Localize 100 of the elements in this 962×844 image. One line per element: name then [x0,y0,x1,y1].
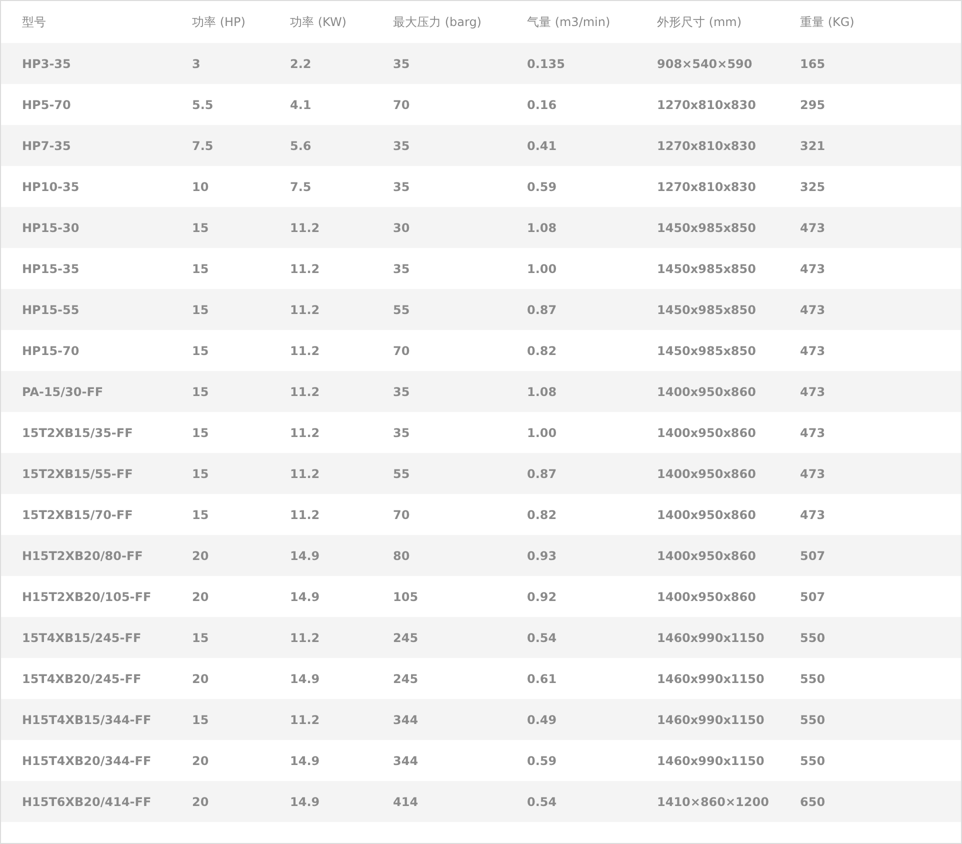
table-cell: 1450x985x850 [657,220,756,234]
table-cell: 20 [192,548,209,562]
table-cell: 321 [800,138,826,152]
table-cell: 1270x810x830 [657,98,756,112]
table-cell: 245 [393,630,418,644]
table-cell: 70 [393,344,410,358]
table-cell: 11.2 [290,630,320,644]
table-cell: 20 [192,590,209,604]
table-cell: 473 [800,262,826,276]
table-cell: 1400x950x860 [657,590,756,604]
table-cell: HP3-35 [22,56,71,70]
table-cell: 550 [800,630,826,644]
table-cell: 15 [192,220,209,234]
table-cell: HP15-30 [22,220,80,234]
table-cell: 473 [800,466,826,480]
table-cell: 30 [393,220,410,234]
table-cell: 15 [192,302,209,316]
table-cell: 55 [393,302,410,316]
table-cell: H15T2XB20/80-FF [22,548,143,562]
table-cell: 35 [393,262,410,276]
table-cell: 15 [192,262,209,276]
table-cell: 80 [393,548,410,562]
table-cell: 908×540×590 [657,56,752,70]
table-cell: 0.61 [527,672,557,686]
table-cell: 473 [800,384,826,398]
table-cell: HP15-35 [22,262,80,276]
table-cell: 0.87 [527,466,557,480]
table-cell: 1400x950x860 [657,384,756,398]
column-header: 外形尺寸 (mm) [657,14,742,30]
table-cell: 1450x985x850 [657,344,756,358]
table-cell: 35 [393,138,410,152]
table-cell: 1270x810x830 [657,138,756,152]
table-cell: 14.9 [290,548,320,562]
table-cell: 550 [800,672,826,686]
table-cell: 344 [393,754,418,768]
table-cell: 0.59 [527,754,557,768]
table-cell: 14.9 [290,590,320,604]
table-cell: H15T4XB20/344-FF [22,754,152,768]
table-cell: 11.2 [290,220,320,234]
column-header: 最大压力 (barg) [393,14,482,30]
table-cell: 1400x950x860 [657,466,756,480]
table-cell: 7.5 [290,180,312,194]
table-cell: 650 [800,794,826,808]
table-cell: 0.135 [527,56,565,70]
table-cell: 11.2 [290,344,320,358]
table-cell: 245 [393,672,418,686]
table-cell: 1.00 [527,262,557,276]
table-cell: H15T2XB20/105-FF [22,590,152,604]
table-cell: 1450x985x850 [657,262,756,276]
table-cell: 2.2 [290,56,312,70]
table-cell: 15 [192,384,209,398]
table-cell: 1410×860×1200 [657,794,769,808]
table-cell: 0.54 [527,630,557,644]
table-cell: 11.2 [290,384,320,398]
table-cell: 3 [192,56,200,70]
table-cell: 473 [800,302,826,316]
table-cell: 1400x950x860 [657,426,756,440]
table-cell: 7.5 [192,138,214,152]
table-cell: 0.49 [527,712,557,726]
table-cell: 14.9 [290,754,320,768]
column-header: 功率 (KW) [290,14,346,30]
table-cell: 15 [192,466,209,480]
table-cell: 15 [192,630,209,644]
table-cell: 5.5 [192,98,214,112]
table-cell: 1460x990x1150 [657,754,764,768]
table-cell: 70 [393,98,410,112]
column-header: 功率 (HP) [192,14,246,30]
table-cell: 1460x990x1150 [657,672,764,686]
table-cell: 10 [192,180,209,194]
table-cell: 15T2XB15/55-FF [22,466,133,480]
table-cell: 35 [393,180,410,194]
table-cell: 295 [800,98,826,112]
column-header: 气量 (m3/min) [527,14,610,30]
table-cell: 1460x990x1150 [657,630,764,644]
table-cell: 165 [800,56,826,70]
table-cell: 0.87 [527,302,557,316]
table-cell: 1.08 [527,220,557,234]
table-cell: 20 [192,754,209,768]
table-cell: H15T6XB20/414-FF [22,794,152,808]
column-header: 重量 (KG) [800,14,854,30]
table-cell: 0.54 [527,794,557,808]
table-cell: 325 [800,180,826,194]
table-cell: 11.2 [290,426,320,440]
table-cell: 1.08 [527,384,557,398]
table-cell: 15T4XB15/245-FF [22,630,142,644]
table-cell: HP15-55 [22,302,80,316]
table-cell: 473 [800,344,826,358]
table-cell: 35 [393,384,410,398]
table-cell: 35 [393,56,410,70]
table-cell: 550 [800,712,826,726]
table-cell: 20 [192,794,209,808]
table-cell: 0.41 [527,138,557,152]
table-cell: 507 [800,590,826,604]
table-cell: 473 [800,426,826,440]
table-cell: 414 [393,794,418,808]
table-cell: 1.00 [527,426,557,440]
table-cell: 1270x810x830 [657,180,756,194]
table-cell: 0.82 [527,508,557,522]
table-cell: HP7-35 [22,138,71,152]
table-cell: 507 [800,548,826,562]
